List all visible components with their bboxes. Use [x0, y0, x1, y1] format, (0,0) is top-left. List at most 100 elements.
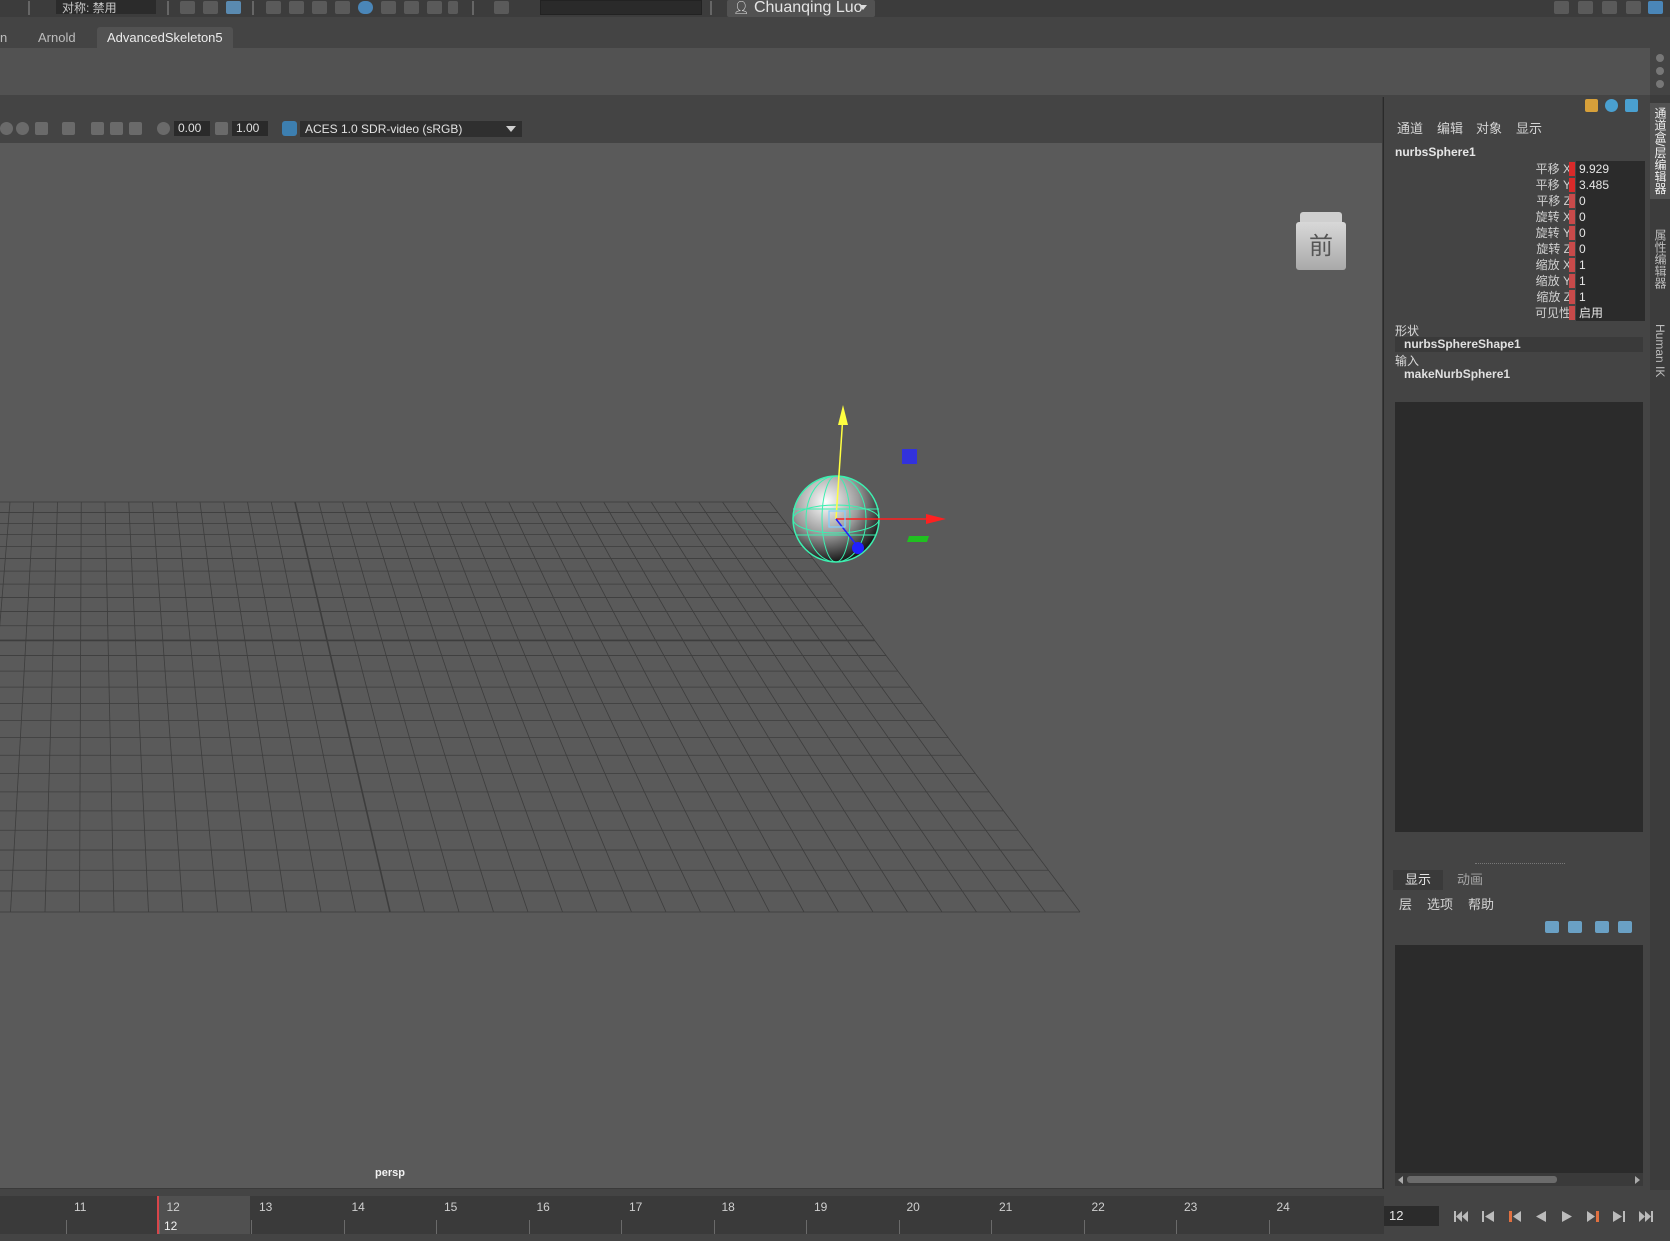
- 3d-viewport[interactable]: 前 persp: [0, 143, 1382, 1188]
- attribute-value-field[interactable]: 0: [1576, 241, 1645, 257]
- attribute-row[interactable]: 旋转 Z 0: [1385, 241, 1650, 257]
- time-slider[interactable]: 11 12 13 14 15 16 17 18 19 20 21 22 23 24 12: [0, 1190, 1384, 1241]
- symmetry-dropdown[interactable]: 对称: 禁用: [56, 0, 156, 15]
- attribute-value-field[interactable]: 1: [1576, 257, 1645, 273]
- render-globe-icon[interactable]: [358, 1, 373, 14]
- scroll-right-icon[interactable]: [1635, 1176, 1640, 1184]
- attribute-value-field[interactable]: 0: [1576, 225, 1645, 241]
- menu-channels[interactable]: 通道: [1397, 119, 1423, 139]
- smooth-shade-icon[interactable]: [110, 122, 123, 135]
- new-layer-from-selection-icon[interactable]: [1618, 921, 1632, 933]
- ipr-render-icon[interactable]: [226, 1, 241, 14]
- scroll-down-icon[interactable]: [1656, 80, 1664, 88]
- user-account-button[interactable]: 👤︎ Chuanqing Luo: [727, 0, 875, 17]
- manipulator-icon[interactable]: [1585, 99, 1598, 112]
- render-frame-icon[interactable]: [203, 1, 218, 14]
- current-frame-field[interactable]: 12: [1384, 1206, 1439, 1226]
- layer-list[interactable]: [1395, 945, 1643, 1173]
- attribute-label[interactable]: 平移 Z: [1536, 193, 1571, 209]
- object-name[interactable]: nurbsSphere1: [1395, 145, 1476, 159]
- layer-list-scrollbar[interactable]: [1395, 1173, 1643, 1186]
- attribute-label[interactable]: 平移 Y: [1536, 177, 1571, 193]
- move-layer-up-icon[interactable]: [1545, 921, 1559, 933]
- render-view-icon[interactable]: [266, 1, 281, 14]
- shelf-scrollbar[interactable]: [1650, 48, 1670, 95]
- shelf-tab-advancedskeleton5[interactable]: AdvancedSkeleton5: [97, 27, 233, 48]
- attribute-row[interactable]: 可见性 启用: [1385, 305, 1650, 321]
- side-tab-attribute-editor[interactable]: 属性编辑器: [1650, 223, 1670, 295]
- pause-icon[interactable]: [448, 1, 458, 14]
- tab-display-layers[interactable]: 显示: [1393, 870, 1444, 890]
- outliner-icon[interactable]: [1554, 1, 1569, 14]
- time-cursor[interactable]: [157, 1196, 159, 1234]
- go-to-end-icon[interactable]: [1639, 1210, 1653, 1223]
- attribute-label[interactable]: 缩放 Z: [1536, 289, 1571, 305]
- input-node[interactable]: makeNurbSphere1: [1395, 367, 1643, 382]
- select-camera-icon[interactable]: [62, 122, 75, 135]
- step-back-key-icon[interactable]: [1481, 1210, 1495, 1223]
- menu-help[interactable]: 帮助: [1468, 895, 1494, 915]
- attribute-row[interactable]: 缩放 Z 1: [1385, 289, 1650, 305]
- speed-icon[interactable]: [1605, 99, 1618, 112]
- attribute-value-field[interactable]: 0: [1576, 193, 1645, 209]
- attribute-label[interactable]: 旋转 Y: [1536, 225, 1571, 241]
- render-region-icon[interactable]: [180, 1, 195, 14]
- scroll-left-icon[interactable]: [1398, 1176, 1403, 1184]
- shape-node[interactable]: nurbsSphereShape1: [1395, 337, 1643, 352]
- attribute-row[interactable]: 平移 X 9.929: [1385, 161, 1650, 177]
- attribute-label[interactable]: 缩放 Y: [1536, 273, 1571, 289]
- play-backward-icon[interactable]: [1534, 1210, 1548, 1223]
- attribute-label[interactable]: 缩放 X: [1536, 257, 1571, 273]
- viewport-scene[interactable]: [0, 143, 1382, 1188]
- attribute-row[interactable]: 缩放 Y 1: [1385, 273, 1650, 289]
- prev-key-icon[interactable]: [1508, 1210, 1522, 1223]
- attribute-value-field[interactable]: 9.929: [1576, 161, 1645, 177]
- tab-anim-layers[interactable]: 动画: [1445, 870, 1495, 890]
- wireframe-icon[interactable]: [91, 122, 104, 135]
- shelf-tab[interactable]: n: [0, 27, 17, 48]
- side-tab-human-ik[interactable]: Human IK: [1650, 315, 1670, 387]
- attribute-editor-icon[interactable]: [1602, 1, 1617, 14]
- attribute-value-field[interactable]: 1: [1576, 289, 1645, 305]
- attribute-value-field[interactable]: 0: [1576, 209, 1645, 225]
- panel-splitter[interactable]: [1475, 863, 1565, 865]
- shelf-tab-arnold[interactable]: Arnold: [28, 27, 86, 48]
- exposure-field[interactable]: 0.00: [174, 121, 210, 136]
- side-tab-channel-box[interactable]: 通道盒/层编辑器: [1650, 103, 1670, 199]
- scroll-menu-icon[interactable]: [1656, 67, 1664, 75]
- scroll-up-icon[interactable]: [1656, 54, 1664, 62]
- exposure-icon[interactable]: [157, 122, 170, 135]
- attribute-row[interactable]: 平移 Y 3.485: [1385, 177, 1650, 193]
- new-empty-layer-icon[interactable]: [1595, 921, 1609, 933]
- scrollbar-thumb[interactable]: [1407, 1176, 1557, 1183]
- view-cube[interactable]: 前: [1296, 212, 1346, 270]
- go-to-start-icon[interactable]: [1454, 1210, 1468, 1223]
- attribute-row[interactable]: 平移 Z 0: [1385, 193, 1650, 209]
- menu-edit[interactable]: 编辑: [1437, 119, 1463, 139]
- color-space-dropdown[interactable]: ACES 1.0 SDR-video (sRGB): [300, 121, 522, 137]
- search-input[interactable]: [540, 0, 702, 15]
- menu-layers[interactable]: 层: [1399, 895, 1412, 915]
- view-cube-front-face[interactable]: 前: [1296, 222, 1346, 270]
- modeling-toolkit-icon[interactable]: [1578, 1, 1593, 14]
- node-editor-icon[interactable]: [427, 1, 442, 14]
- attribute-row[interactable]: 旋转 X 0: [1385, 209, 1650, 225]
- select-tool-icon[interactable]: [494, 1, 509, 14]
- shading-icon[interactable]: [0, 122, 13, 135]
- xray-icon[interactable]: [35, 122, 48, 135]
- gamma-icon[interactable]: [215, 122, 228, 135]
- isolate-icon[interactable]: [16, 122, 29, 135]
- attribute-value-field[interactable]: 1: [1576, 273, 1645, 289]
- hyperbolic-icon[interactable]: [1625, 99, 1638, 112]
- channel-box-icon[interactable]: [1648, 1, 1663, 14]
- color-management-toggle[interactable]: [282, 121, 297, 136]
- menu-options[interactable]: 选项: [1427, 895, 1453, 915]
- menu-object[interactable]: 对象: [1476, 119, 1502, 139]
- attribute-value-field[interactable]: 3.485: [1576, 177, 1645, 193]
- attribute-label[interactable]: 可见性: [1535, 305, 1571, 321]
- ipr-icon[interactable]: [312, 1, 327, 14]
- attribute-row[interactable]: 缩放 X 1: [1385, 257, 1650, 273]
- attribute-value-field[interactable]: 启用: [1576, 305, 1645, 321]
- attribute-label[interactable]: 旋转 X: [1536, 209, 1571, 225]
- menu-show[interactable]: 显示: [1516, 119, 1542, 139]
